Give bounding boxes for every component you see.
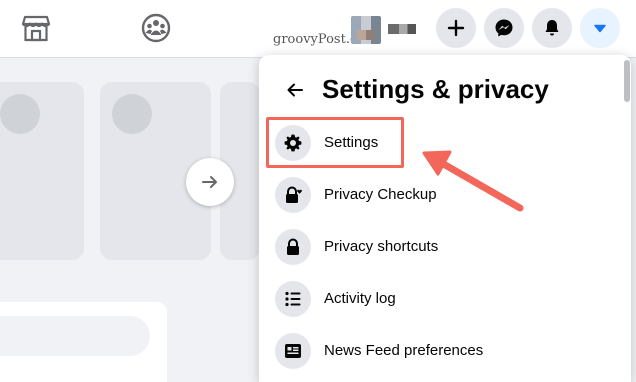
marketplace-icon[interactable] <box>21 13 51 43</box>
lock-heart-icon <box>275 177 311 213</box>
next-stories-button[interactable] <box>186 158 234 206</box>
menu-item-label: Privacy Checkup <box>324 186 437 203</box>
story-card[interactable] <box>0 82 84 260</box>
create-button[interactable] <box>436 8 476 48</box>
account-menu-button[interactable] <box>580 8 620 48</box>
back-button[interactable] <box>277 72 313 108</box>
gear-icon <box>275 125 311 161</box>
panel-scrollbar[interactable] <box>624 60 630 102</box>
feed-icon <box>275 333 311 369</box>
arrow-left-icon <box>287 83 303 97</box>
menu-item-privacy-shortcuts[interactable]: Privacy shortcuts <box>267 222 623 274</box>
arrow-right-icon <box>202 176 217 188</box>
story-avatar <box>0 94 40 134</box>
settings-privacy-panel: Settings & privacy Settings Privacy Chec… <box>259 55 631 382</box>
avatar[interactable] <box>351 16 381 44</box>
profile-name[interactable] <box>388 24 416 34</box>
post-composer <box>0 302 167 382</box>
menu-item-privacy-checkup[interactable]: Privacy Checkup <box>267 170 623 222</box>
composer-input[interactable] <box>0 316 150 356</box>
caret-down-icon <box>594 24 606 33</box>
menu-item-label: Privacy shortcuts <box>324 238 439 255</box>
bell-icon <box>545 20 559 36</box>
top-navigation-bar: groovyPost.com <box>0 0 636 58</box>
story-avatar <box>112 94 152 134</box>
messenger-icon <box>495 19 513 37</box>
menu-item-news-feed-preferences[interactable]: News Feed preferences <box>267 326 623 378</box>
groups-icon[interactable] <box>140 12 172 44</box>
lock-icon <box>275 229 311 265</box>
list-icon <box>275 281 311 317</box>
menu-item-label: Settings <box>324 134 379 151</box>
menu-item-activity-log[interactable]: Activity log <box>267 274 623 326</box>
menu-item-label: News Feed preferences <box>324 342 484 359</box>
notifications-button[interactable] <box>532 8 572 48</box>
menu-item-label: Activity log <box>324 290 396 307</box>
messenger-button[interactable] <box>484 8 524 48</box>
plus-icon <box>447 19 465 37</box>
panel-title: Settings & privacy <box>322 74 549 104</box>
menu-item-settings[interactable]: Settings <box>267 118 623 170</box>
